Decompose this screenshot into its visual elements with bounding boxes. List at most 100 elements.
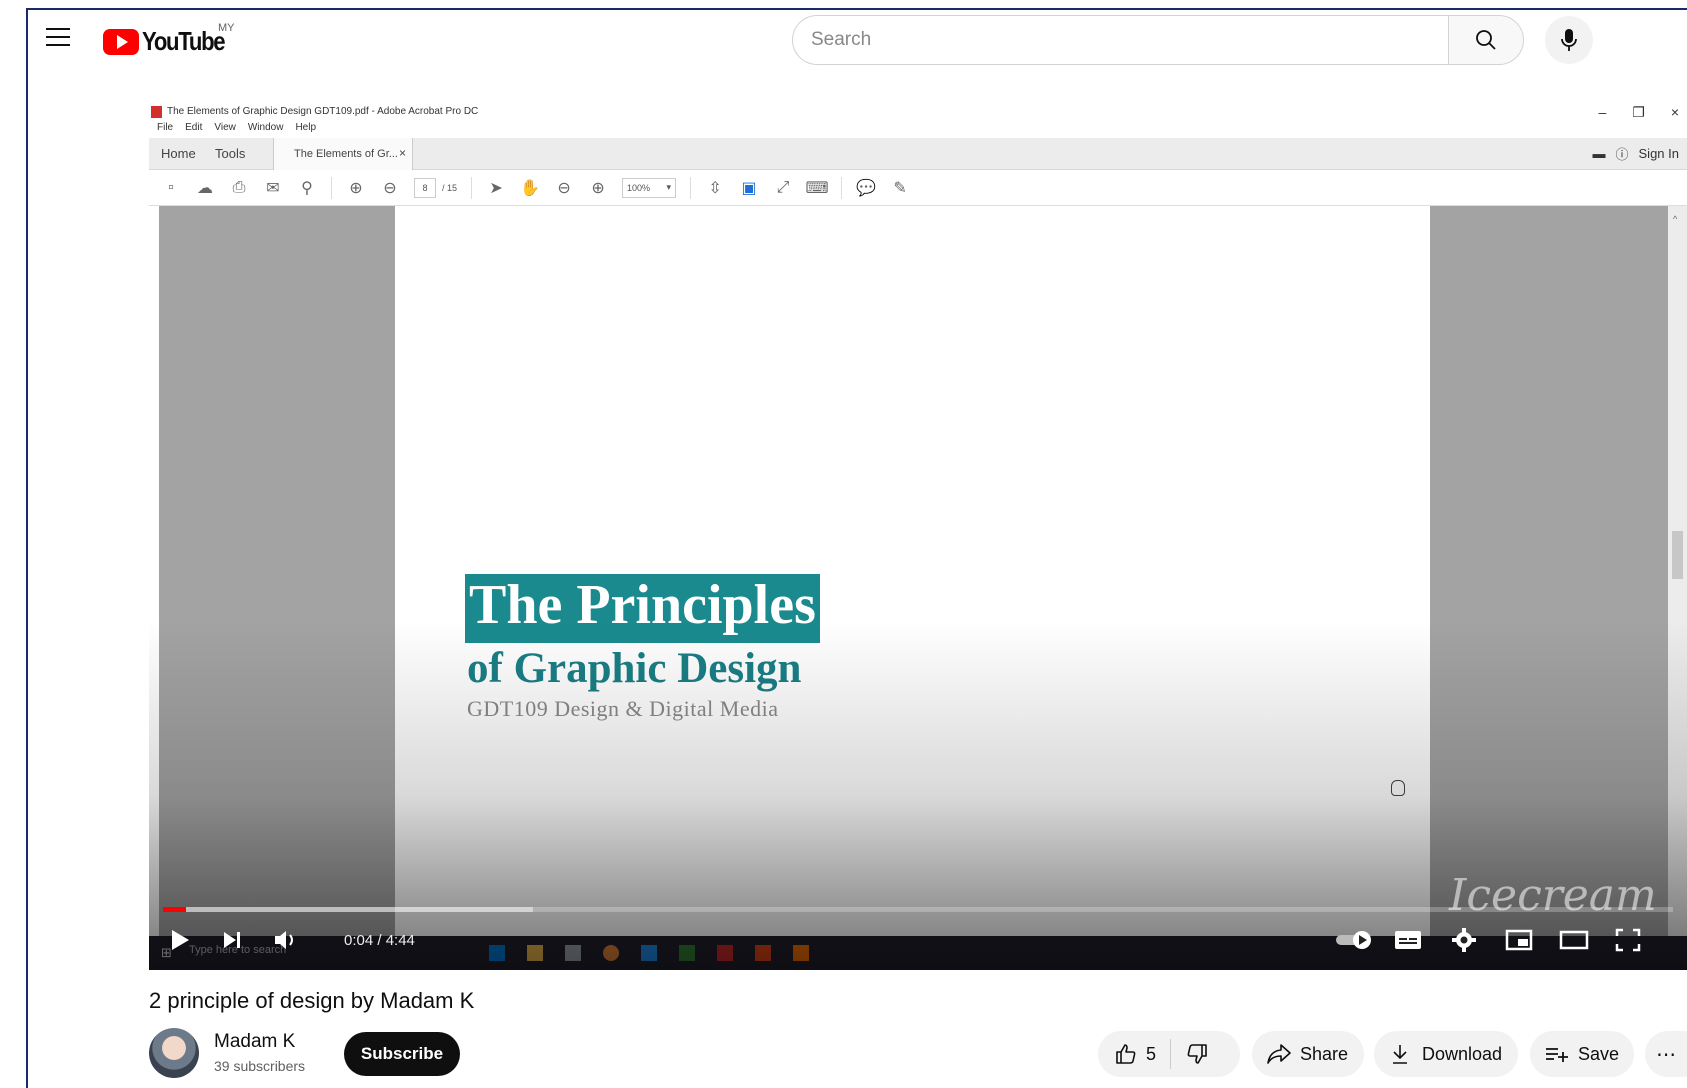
page-number-field: 8: [414, 177, 436, 198]
zoom-out-icon: ⊖: [557, 179, 571, 197]
voice-search-button[interactable]: [1545, 16, 1593, 64]
window-controls: – ❐ ×: [1598, 104, 1679, 121]
microphone-icon: [1561, 29, 1577, 51]
channel-name[interactable]: Madam K: [214, 1031, 295, 1053]
video-title: 2 principle of design by Madam K: [149, 988, 475, 1013]
next-button[interactable]: [215, 925, 249, 955]
region-code: MY: [218, 22, 235, 34]
minimize-icon: –: [1598, 104, 1607, 120]
menu-window: Window: [247, 122, 284, 133]
chevron-down-icon: ▾: [666, 182, 672, 192]
fullscreen-button[interactable]: [1611, 925, 1645, 955]
subtitles-button[interactable]: [1391, 925, 1425, 955]
tab-tools: Tools: [215, 146, 246, 161]
pdf-scrollbar: ^: [1668, 206, 1687, 970]
fullscreen-icon: [1615, 928, 1641, 952]
zoom-level: 100%: [627, 182, 651, 193]
toolbar-divider: [331, 176, 332, 199]
download-icon: [1393, 1045, 1407, 1064]
toolbar-divider: [841, 176, 843, 199]
tab-document-label: The Elements of Gr...: [294, 148, 398, 160]
page-up-icon: ⊕: [349, 179, 363, 197]
save-icon: ▫: [168, 178, 174, 196]
theater-icon: [1559, 930, 1589, 950]
theater-mode-button[interactable]: [1557, 925, 1591, 955]
page-total: / 15: [442, 182, 458, 193]
time-display: 0:04 / 4:44: [344, 932, 415, 949]
toolbar-divider: [471, 176, 473, 199]
hand-tool-icon: ✋: [520, 179, 540, 197]
help-icon: ⓘ: [1615, 147, 1629, 162]
miniplayer-icon: [1505, 929, 1533, 951]
save-button[interactable]: Save: [1530, 1031, 1634, 1077]
dislike-button[interactable]: [1185, 1042, 1209, 1066]
search-input[interactable]: Search: [792, 15, 1448, 65]
video-player[interactable]: The Elements of Graphic Design GDT109.pd…: [149, 100, 1687, 970]
keyboard-tool-icon: ⌨: [805, 179, 829, 197]
more-actions-button[interactable]: ⋯: [1645, 1031, 1687, 1077]
menu-icon[interactable]: [46, 28, 70, 46]
share-button[interactable]: Share: [1252, 1031, 1364, 1077]
like-dislike-group: 5: [1098, 1031, 1240, 1077]
download-label: Download: [1422, 1043, 1503, 1064]
youtube-play-icon: [103, 28, 139, 55]
more-icon: ⋯: [1656, 1043, 1676, 1066]
acrobat-toolbar: ▫ ☁ ⎙ ✉ ⚲ ⊕ ⊖ 8 / 15 ➤ ✋ ⊖ ⊕ 100% ▾ ⇳ ▣ ⤢…: [149, 170, 1687, 206]
menu-edit: Edit: [185, 122, 203, 133]
print-icon: ⎙: [232, 178, 246, 196]
comment-icon: ▬: [1592, 146, 1606, 161]
playlist-add-icon: [1546, 1048, 1568, 1062]
player-controls: 0:04 / 4:44: [149, 915, 1687, 967]
pdf-icon: [151, 106, 162, 118]
hand-cursor-icon: [1391, 780, 1405, 796]
zoom-level-field: 100% ▾: [622, 177, 677, 198]
sign-in-link: Sign In: [1638, 146, 1679, 161]
share-icon: [1267, 1044, 1291, 1064]
acrobat-account-area: ▬ ⓘ Sign In: [1593, 144, 1680, 163]
find-icon: ⚲: [301, 179, 313, 197]
restore-icon: ❐: [1632, 104, 1645, 120]
comment-tool-icon: 💬: [856, 179, 876, 197]
skip-next-icon: [224, 932, 240, 948]
like-divider: [1170, 1039, 1172, 1069]
subtitles-icon: [1395, 931, 1421, 949]
watermark: Icecream: [1449, 870, 1657, 921]
progress-played: [163, 907, 186, 912]
download-button[interactable]: Download: [1374, 1031, 1518, 1077]
acrobat-menu-bar: File Edit View Window Help: [157, 122, 316, 133]
like-count: 5: [1146, 1043, 1157, 1064]
miniplayer-button[interactable]: [1502, 925, 1536, 955]
search-button[interactable]: [1448, 15, 1524, 65]
close-icon: ×: [1670, 104, 1679, 120]
like-button[interactable]: 5: [1114, 1042, 1156, 1066]
fit-page-icon: ⇳: [708, 179, 722, 197]
pen-icon: ✎: [893, 179, 907, 197]
full-screen-icon: ⤢: [776, 178, 790, 196]
upload-icon: ☁: [197, 179, 213, 197]
save-label: Save: [1578, 1043, 1620, 1064]
email-icon: ✉: [266, 179, 280, 197]
pdf-gutter-right: [1430, 206, 1668, 970]
scrollbar-thumb: [1672, 531, 1683, 579]
autoplay-toggle[interactable]: [1331, 925, 1377, 955]
play-button[interactable]: [163, 925, 197, 955]
logo-text: YouTube: [142, 26, 226, 56]
subscribe-button[interactable]: Subscribe: [344, 1032, 460, 1076]
pdf-page: The Principles of Graphic Design GDT109 …: [395, 206, 1430, 970]
scroll-up-icon: ^: [1673, 214, 1678, 224]
progress-buffered: [163, 907, 533, 912]
slide-subtitle: of Graphic Design: [467, 645, 802, 692]
search-icon: [1476, 30, 1496, 50]
pdf-gutter-left: [159, 206, 395, 970]
settings-button[interactable]: [1447, 925, 1481, 955]
progress-bar[interactable]: [163, 907, 1673, 912]
channel-avatar[interactable]: [149, 1028, 199, 1078]
tab-home: Home: [161, 146, 196, 161]
mute-button[interactable]: [269, 925, 303, 955]
tab-document: The Elements of Gr... ×: [273, 138, 413, 170]
thumbs-down-icon: [1187, 1044, 1207, 1064]
share-label: Share: [1300, 1043, 1349, 1064]
page-down-icon: ⊖: [383, 179, 397, 197]
scroll-mode-icon: ▣: [741, 179, 757, 197]
slide-title: The Principles: [465, 574, 820, 643]
